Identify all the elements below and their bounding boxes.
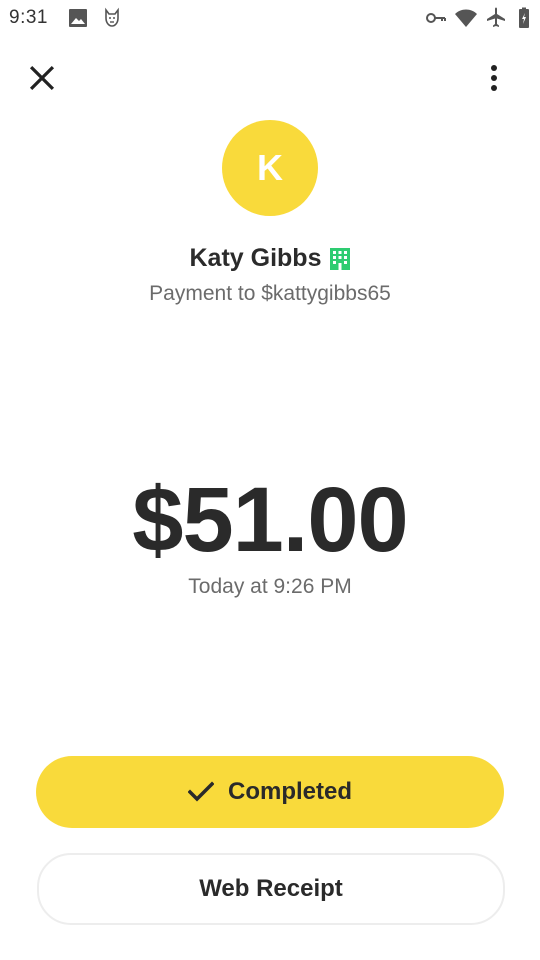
payment-timestamp: Today at 9:26 PM (188, 575, 352, 598)
close-icon (29, 65, 55, 91)
completed-status-button[interactable]: Completed (36, 756, 504, 828)
cat-icon (105, 7, 119, 27)
wifi-icon (455, 9, 477, 27)
business-icon (330, 247, 351, 270)
close-button[interactable] (24, 60, 60, 96)
avatar: K (222, 120, 318, 216)
battery-icon (519, 7, 529, 28)
web-receipt-label: Web Receipt (199, 875, 343, 902)
recipient-row: Katy Gibbs (0, 244, 540, 273)
payment-amount: $51.00 (132, 469, 408, 571)
more-vertical-icon (491, 65, 497, 91)
recipient-name: Katy Gibbs (189, 244, 322, 272)
completed-label: Completed (227, 778, 352, 805)
more-options-button[interactable] (476, 60, 512, 96)
airplane-icon (487, 7, 505, 27)
avatar-initial: K (257, 147, 283, 188)
image-icon (69, 9, 87, 27)
status-time: 9:31 (9, 7, 48, 28)
web-receipt-button[interactable]: Web Receipt (37, 853, 505, 925)
status-bar: 9:31 (0, 0, 540, 36)
key-icon (426, 13, 446, 23)
payment-to-label: Payment to $kattygibbs65 (149, 282, 391, 305)
check-icon (187, 781, 214, 802)
